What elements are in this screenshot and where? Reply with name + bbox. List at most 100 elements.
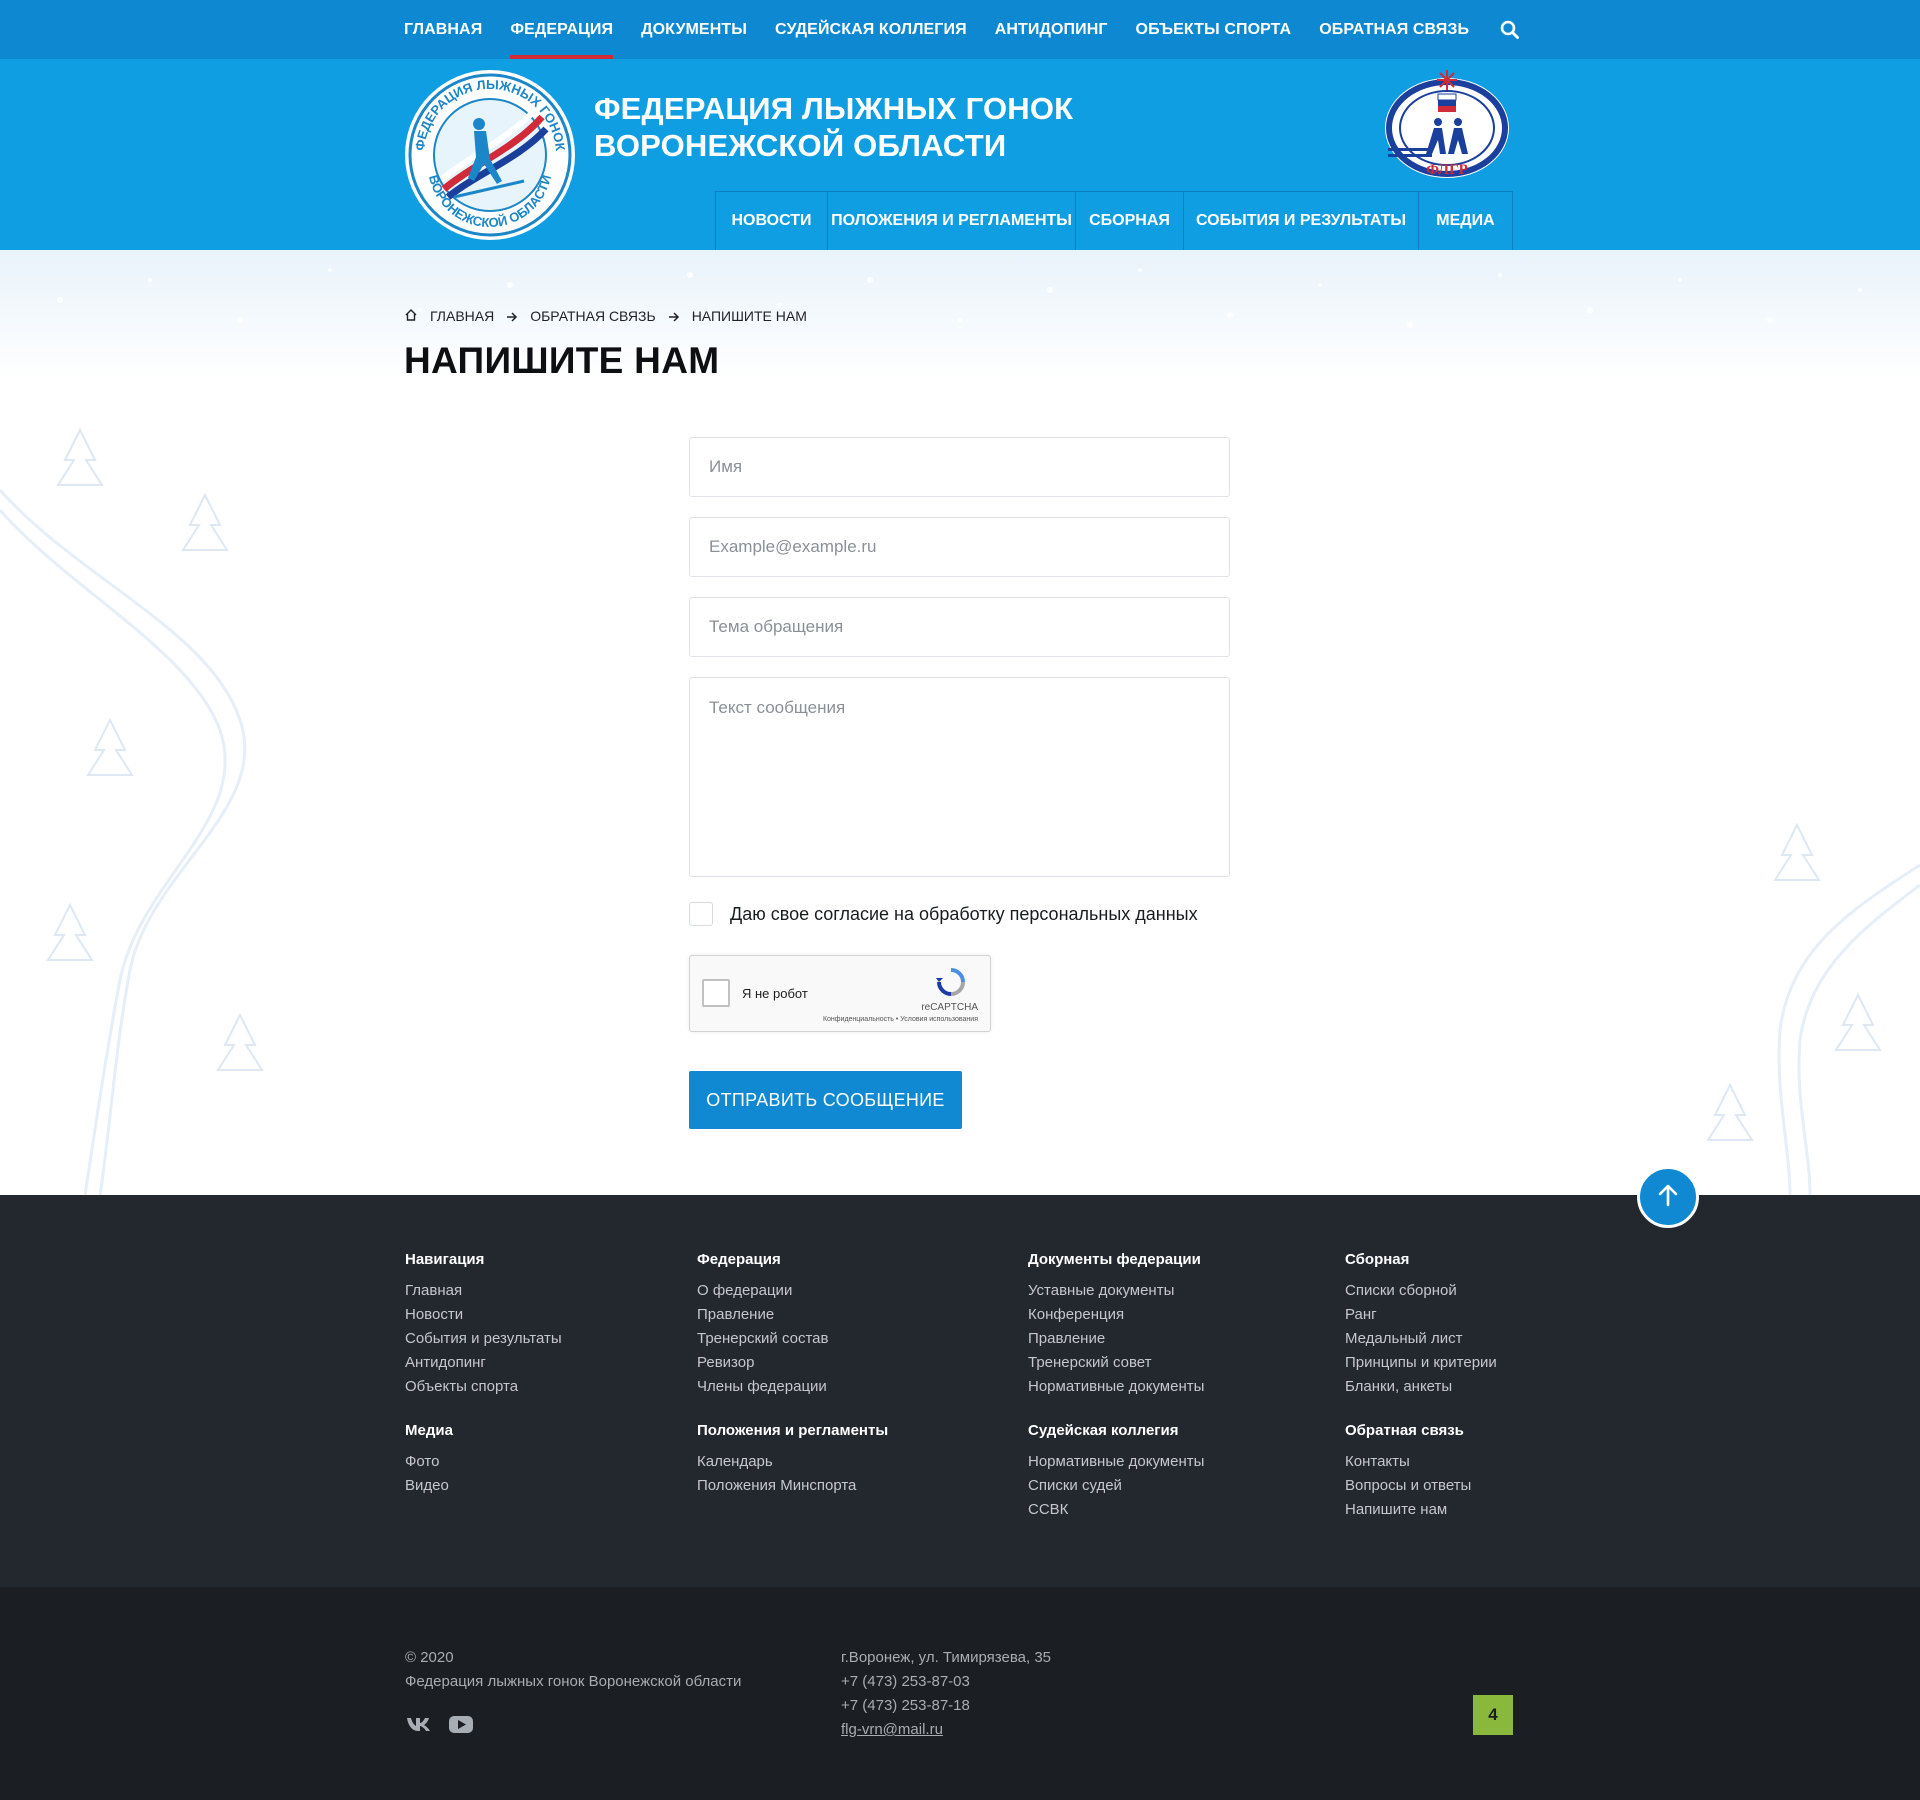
footer-col-navigation: Навигация Главная Новости События и резу… bbox=[405, 1251, 562, 1399]
footer-heading: Федерация bbox=[697, 1251, 781, 1268]
name-input[interactable]: Имя bbox=[689, 437, 1230, 497]
footer-heading: Положения и регламенты bbox=[697, 1422, 889, 1439]
arrow-right-icon bbox=[506, 310, 518, 322]
arrow-right-icon bbox=[668, 310, 680, 322]
footer-link[interactable]: Напишите нам bbox=[1345, 1498, 1471, 1522]
breadcrumb-current: НАПИШИТЕ НАМ bbox=[691, 308, 807, 324]
recaptcha-terms[interactable]: Конфиденциальность • Условия использован… bbox=[823, 1016, 978, 1023]
flgr-logo-text: ФЛГР bbox=[1426, 162, 1468, 178]
home-icon[interactable] bbox=[404, 308, 418, 325]
recaptcha-checkbox[interactable] bbox=[702, 979, 730, 1007]
vk-icon[interactable] bbox=[405, 1713, 433, 1735]
subnav-news[interactable]: НОВОСТИ bbox=[716, 191, 828, 250]
footer-link[interactable]: Принципы и критерии bbox=[1345, 1351, 1497, 1375]
footer-link[interactable]: Видео bbox=[405, 1474, 453, 1498]
footer-link[interactable]: Положения Минспорта bbox=[697, 1474, 888, 1498]
footer-link[interactable]: Списки сборной bbox=[1345, 1279, 1497, 1303]
address: г.Воронеж, ул. Тимирязева, 35 bbox=[841, 1649, 1052, 1666]
footer-heading: Сборная bbox=[1345, 1251, 1410, 1268]
footer-col-documents: Документы федерации Уставные документы К… bbox=[1028, 1251, 1204, 1399]
visit-counter-badge[interactable]: 4 bbox=[1473, 1695, 1513, 1735]
nav-item-feedback[interactable]: ОБРАТНАЯ СВЯЗЬ bbox=[1319, 0, 1469, 59]
footer-link[interactable]: Уставные документы bbox=[1028, 1279, 1204, 1303]
footer-link[interactable]: Списки судей bbox=[1028, 1474, 1204, 1498]
footer-link[interactable]: Контакты bbox=[1345, 1450, 1471, 1474]
nav-item-sport-facilities[interactable]: ОБЪЕКТЫ СПОРТА bbox=[1136, 0, 1292, 59]
federation-logo[interactable]: ФЕДЕРАЦИЯ ЛЫЖНЫХ ГОНОК ВОРОНЕЖСКОЙ ОБЛАС… bbox=[404, 69, 576, 241]
site-title: ФЕДЕРАЦИЯ ЛЫЖНЫХ ГОНОК ВОРОНЕЖСКОЙ ОБЛАС… bbox=[594, 90, 1073, 164]
subnav-team[interactable]: СБОРНАЯ bbox=[1076, 191, 1184, 250]
footer-link[interactable]: Нормативные документы bbox=[1028, 1375, 1204, 1399]
social-links bbox=[405, 1713, 489, 1735]
top-navigation-bar: ГЛАВНАЯ ФЕДЕРАЦИЯ ДОКУМЕНТЫ СУДЕЙСКАЯ КО… bbox=[0, 0, 1920, 59]
email-input[interactable]: Example@example.ru bbox=[689, 517, 1230, 577]
subnav-events-results[interactable]: СОБЫТИЯ И РЕЗУЛЬТАТЫ bbox=[1184, 191, 1419, 250]
footer-link[interactable]: Календарь bbox=[697, 1450, 888, 1474]
footer-link[interactable]: Ранг bbox=[1345, 1303, 1497, 1327]
footer-link[interactable]: Объекты спорта bbox=[405, 1375, 562, 1399]
footer-heading: Документы федерации bbox=[1028, 1251, 1201, 1268]
nav-item-documents[interactable]: ДОКУМЕНТЫ bbox=[641, 0, 747, 59]
footer-link[interactable]: ССВК bbox=[1028, 1498, 1204, 1522]
site-title-line2: ВОРОНЕЖСКОЙ ОБЛАСТИ bbox=[594, 128, 1007, 163]
phone-link[interactable]: +7 (473) 253-87-18 bbox=[841, 1694, 1051, 1718]
main-menu: ГЛАВНАЯ ФЕДЕРАЦИЯ ДОКУМЕНТЫ СУДЕЙСКАЯ КО… bbox=[404, 0, 1521, 59]
flgr-partner-logo[interactable]: ФЛГР bbox=[1380, 68, 1514, 180]
recaptcha-brand: reCAPTCHA bbox=[921, 1002, 978, 1013]
footer-link[interactable]: Вопросы и ответы bbox=[1345, 1474, 1471, 1498]
footer-link[interactable]: Тренерский состав bbox=[697, 1327, 828, 1351]
footer-link[interactable]: Медальный лист bbox=[1345, 1327, 1497, 1351]
youtube-icon[interactable] bbox=[447, 1713, 475, 1735]
footer-heading: Навигация bbox=[405, 1251, 485, 1268]
subject-input[interactable]: Тема обращения bbox=[689, 597, 1230, 657]
nav-item-antidoping[interactable]: АНТИДОПИНГ bbox=[995, 0, 1108, 59]
footer-link[interactable]: Правление bbox=[697, 1303, 828, 1327]
consent-label[interactable]: Даю свое согласие на обработку персональ… bbox=[730, 904, 1198, 925]
contact-form: Имя Example@example.ru Тема обращения Те… bbox=[689, 437, 1230, 897]
footer-heading: Обратная связь bbox=[1345, 1422, 1464, 1439]
footer: Навигация Главная Новости События и резу… bbox=[0, 1195, 1920, 1587]
footer-col-federation: Федерация О федерации Правление Тренерск… bbox=[697, 1251, 828, 1399]
phone-link[interactable]: +7 (473) 253-87-03 bbox=[841, 1670, 1051, 1694]
footer-link[interactable]: О федерации bbox=[697, 1279, 828, 1303]
scroll-to-top-button[interactable] bbox=[1637, 1166, 1699, 1228]
footer-link[interactable]: Конференция bbox=[1028, 1303, 1204, 1327]
nav-item-judges[interactable]: СУДЕЙСКАЯ КОЛЛЕГИЯ bbox=[775, 0, 967, 59]
nav-item-home[interactable]: ГЛАВНАЯ bbox=[404, 0, 482, 59]
footer-link[interactable]: Правление bbox=[1028, 1327, 1204, 1351]
footer-link[interactable]: Антидопинг bbox=[405, 1351, 562, 1375]
footer-link[interactable]: Тренерский совет bbox=[1028, 1351, 1204, 1375]
breadcrumb: ГЛАВНАЯ ОБРАТНАЯ СВЯЗЬ НАПИШИТЕ НАМ bbox=[404, 306, 807, 326]
consent-row: Даю свое согласие на обработку персональ… bbox=[689, 902, 1198, 926]
nav-item-federation[interactable]: ФЕДЕРАЦИЯ bbox=[510, 0, 613, 59]
subnav-media[interactable]: МЕДИА bbox=[1419, 191, 1513, 250]
footer-col-judges: Судейская коллегия Нормативные документы… bbox=[1028, 1422, 1204, 1522]
footer-col-regulations: Положения и регламенты Календарь Положен… bbox=[697, 1422, 888, 1498]
footer-heading: Судейская коллегия bbox=[1028, 1422, 1179, 1439]
submit-button[interactable]: ОТПРАВИТЬ СООБЩЕНИЕ bbox=[689, 1071, 962, 1129]
footer-link[interactable]: События и результаты bbox=[405, 1327, 562, 1351]
footer-col-feedback: Обратная связь Контакты Вопросы и ответы… bbox=[1345, 1422, 1471, 1522]
arrow-up-icon bbox=[1655, 1182, 1681, 1213]
footer-link[interactable]: Нормативные документы bbox=[1028, 1450, 1204, 1474]
email-link[interactable]: flg-vrn@mail.ru bbox=[841, 1718, 1051, 1742]
footer-link[interactable]: Новости bbox=[405, 1303, 562, 1327]
footer-link[interactable]: Главная bbox=[405, 1279, 562, 1303]
recaptcha-widget: Я не робот reCAPTCHA Конфиденциальность … bbox=[689, 955, 991, 1032]
footer-link[interactable]: Фото bbox=[405, 1450, 453, 1474]
footer-link[interactable]: Ревизор bbox=[697, 1351, 828, 1375]
copyright-org: Федерация лыжных гонок Воронежской облас… bbox=[405, 1673, 742, 1690]
breadcrumb-feedback[interactable]: ОБРАТНАЯ СВЯЗЬ bbox=[530, 308, 655, 324]
message-textarea[interactable]: Текст сообщения bbox=[689, 677, 1230, 877]
secondary-menu: НОВОСТИ ПОЛОЖЕНИЯ И РЕГЛАМЕНТЫ СБОРНАЯ С… bbox=[715, 191, 1513, 250]
search-icon[interactable] bbox=[1499, 19, 1521, 41]
footer-col-team: Сборная Списки сборной Ранг Медальный ли… bbox=[1345, 1251, 1497, 1399]
footer-link[interactable]: Члены федерации bbox=[697, 1375, 828, 1399]
footer-link[interactable]: Бланки, анкеты bbox=[1345, 1375, 1497, 1399]
breadcrumb-home[interactable]: ГЛАВНАЯ bbox=[430, 308, 494, 324]
copyright-year: © 2020 bbox=[405, 1649, 454, 1666]
footer-col-media: Медиа Фото Видео bbox=[405, 1422, 453, 1498]
subnav-regulations[interactable]: ПОЛОЖЕНИЯ И РЕГЛАМЕНТЫ bbox=[828, 191, 1076, 250]
consent-checkbox[interactable] bbox=[689, 902, 713, 926]
contact-info: г.Воронеж, ул. Тимирязева, 35 +7 (473) 2… bbox=[841, 1646, 1051, 1742]
